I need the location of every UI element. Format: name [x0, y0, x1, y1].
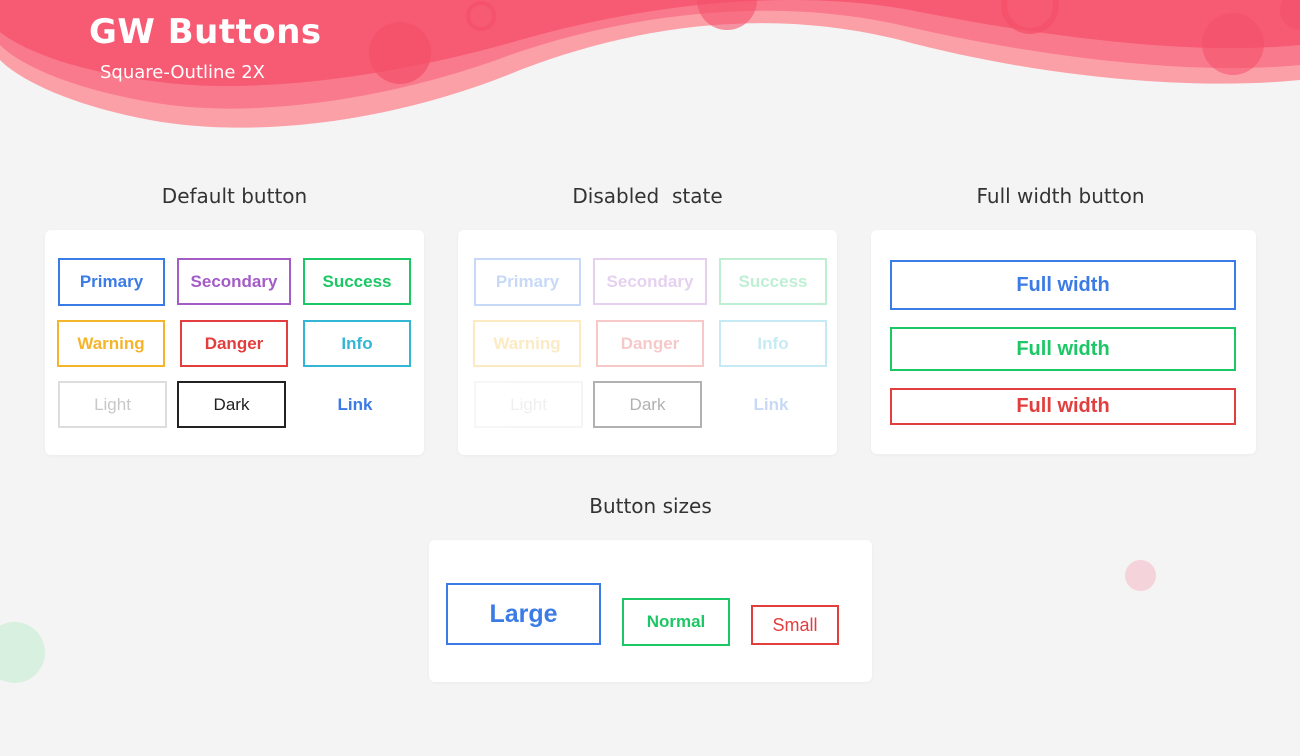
page-title: GW Buttons	[89, 12, 322, 52]
page-subtitle: Square-Outline 2X	[100, 62, 265, 83]
link-button-disabled: Link	[753, 394, 789, 414]
decor-circle-pink	[1125, 560, 1156, 591]
secondary-button-disabled: Secondary	[593, 258, 707, 305]
full-width-success-button[interactable]: Full width	[890, 327, 1236, 371]
card-button-sizes: Large Normal Small	[429, 540, 872, 682]
dark-button[interactable]: Dark	[177, 381, 286, 428]
success-button[interactable]: Success	[303, 258, 411, 305]
warning-button-disabled: Warning	[473, 320, 581, 367]
section-title-disabled: Disabled state	[572, 184, 723, 208]
link-button[interactable]: Link	[303, 381, 407, 428]
info-button-disabled: Info	[719, 320, 827, 367]
full-width-danger-button[interactable]: Full width	[890, 388, 1236, 425]
secondary-button[interactable]: Secondary	[177, 258, 291, 305]
warning-button[interactable]: Warning	[57, 320, 165, 367]
dark-button-disabled: Dark	[593, 381, 702, 428]
primary-button[interactable]: Primary	[58, 258, 165, 306]
card-disabled-buttons: Primary Secondary Success Warning Danger…	[458, 230, 837, 455]
info-button[interactable]: Info	[303, 320, 411, 367]
section-title-sizes: Button sizes	[589, 494, 712, 518]
normal-button[interactable]: Normal	[622, 598, 730, 646]
danger-button[interactable]: Danger	[180, 320, 288, 367]
full-width-primary-button[interactable]: Full width	[890, 260, 1236, 310]
success-button-disabled: Success	[719, 258, 827, 305]
decor-circle-green	[0, 622, 45, 683]
light-button[interactable]: Light	[58, 381, 167, 428]
hero-header: GW Buttons Square-Outline 2X	[0, 0, 1300, 140]
section-title-full-width: Full width button	[976, 184, 1145, 208]
large-button[interactable]: Large	[446, 583, 601, 645]
light-button-disabled: Light	[474, 381, 583, 428]
primary-button-disabled: Primary	[474, 258, 581, 306]
section-title-default: Default button	[161, 184, 308, 208]
small-button[interactable]: Small	[751, 605, 839, 645]
card-default-buttons: Primary Secondary Success Warning Danger…	[45, 230, 424, 455]
card-full-width-buttons: Full width Full width Full width	[871, 230, 1256, 454]
danger-button-disabled: Danger	[596, 320, 704, 367]
